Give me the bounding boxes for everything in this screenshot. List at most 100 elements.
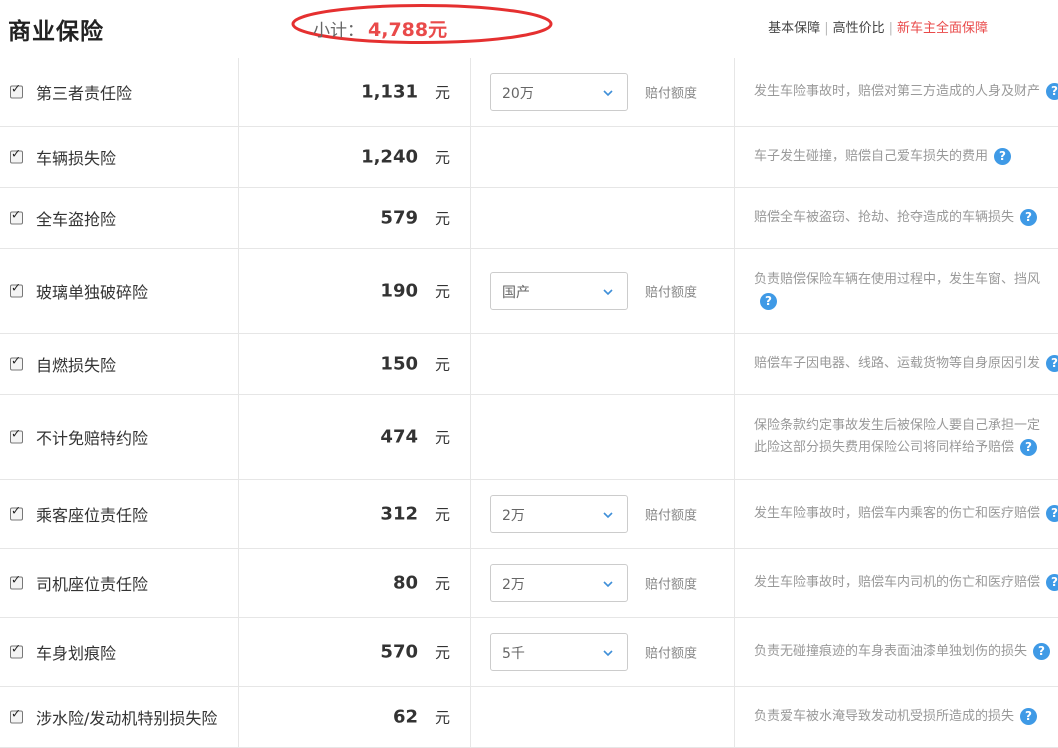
help-icon[interactable]: ? (1020, 209, 1038, 226)
price-unit: 元 (434, 148, 450, 167)
coverage-description: 赔偿全车被盗窃、抢劫、抢夺造成的车辆损失? (754, 207, 1054, 229)
chevron-down-icon (603, 581, 613, 588)
coverage-label: 赔付额度 (645, 285, 698, 301)
price-unit: 元 (434, 708, 450, 727)
table-row: 乘客座位责任险 312 元 2万 赔付额度 发生车险事故时，赔偿车内乘客的伤亡和医疗赔偿? (0, 480, 1058, 549)
help-icon[interactable]: ? (1046, 505, 1058, 522)
coverage-price: 150 (380, 353, 418, 375)
coverage-name: 车辆损失险 (36, 149, 117, 168)
coverage-price: 80 (392, 572, 418, 594)
plan-options: 基本保障 | 高性价比 | 新车主全面保障 (768, 21, 988, 36)
table-row: 车身划痕险 570 元 5千 赔付额度 负责无碰撞痕迹的车身表面油漆单独划伤的损失? (0, 618, 1058, 687)
coverage-checkbox[interactable] (10, 642, 23, 659)
help-icon[interactable]: ? (1020, 439, 1038, 456)
help-icon[interactable]: ? (1020, 708, 1038, 725)
coverage-checkbox[interactable] (10, 707, 23, 724)
help-icon[interactable]: ? (994, 148, 1012, 165)
coverage-description: 赔偿车子因电器、线路、运载货物等自身原因引发? (754, 353, 1058, 375)
price-unit: 元 (434, 643, 450, 662)
coverage-name: 第三者责任险 (36, 84, 133, 103)
coverage-description: 负责爱车被水淹导致发动机受损所造成的损失? (754, 706, 1054, 728)
coverage-select-value: 2万 (502, 508, 525, 524)
price-unit: 元 (434, 282, 450, 301)
coverage-price: 190 (380, 280, 418, 302)
chevron-down-icon (603, 512, 613, 519)
coverage-label: 赔付额度 (645, 646, 698, 662)
price-unit: 元 (434, 505, 450, 524)
coverage-select[interactable]: 国产 (490, 272, 628, 310)
page-title: 商业保险 (8, 19, 104, 45)
price-unit: 元 (434, 574, 450, 593)
help-icon[interactable]: ? (1046, 574, 1058, 591)
help-icon[interactable]: ? (1046, 83, 1058, 100)
table-row: 司机座位责任险 80 元 2万 赔付额度 发生车险事故时，赔偿车内司机的伤亡和医疗赔偿? (0, 549, 1058, 618)
coverage-select[interactable]: 20万 (490, 73, 628, 111)
insurance-table: 第三者责任险1,131元20万赔付额度发生车险事故时，赔偿对第三方造成的人身及财… (0, 58, 1058, 748)
table-row: 自燃损失险 150 元 赔偿车子因电器、线路、运载货物等自身原因引发? (0, 334, 1058, 395)
table-row: 玻璃单独破碎险 190 元 国产 赔付额度 负责赔偿保险车辆在使用过程中，发生车窗、挡风? (0, 249, 1058, 334)
coverage-price: 1,240 (361, 146, 418, 168)
coverage-label: 赔付额度 (645, 577, 698, 593)
plan-new-owner[interactable]: 新车主全面保障 (897, 21, 988, 36)
coverage-description: 保险条款约定事故发生后被保险人要自己承担一定 此险这部分损失费用保险公司将同样给予… (754, 418, 1041, 456)
plan-value[interactable]: 高性价比 (833, 21, 885, 36)
help-icon[interactable]: ? (1046, 355, 1058, 372)
table-row: 全车盗抢险 579 元 赔偿全车被盗窃、抢劫、抢夺造成的车辆损失? (0, 188, 1058, 249)
coverage-price: 570 (380, 641, 418, 663)
chevron-down-icon (603, 650, 613, 657)
coverage-checkbox[interactable] (10, 147, 23, 164)
price-unit: 元 (434, 83, 450, 102)
coverage-select-value: 5千 (502, 646, 525, 662)
coverage-name: 涉水险/发动机特别损失险 (36, 709, 218, 728)
table-row: 涉水险/发动机特别损失险 62 元 负责爱车被水淹导致发动机受损所造成的损失? (0, 687, 1058, 748)
coverage-price: 1,131 (361, 81, 418, 103)
coverage-select-value: 2万 (502, 577, 525, 593)
coverage-select-value: 20万 (502, 86, 534, 102)
coverage-checkbox[interactable] (10, 208, 23, 225)
table-row: 第三者责任险 1,131 元 20万 赔付额度 发生车险事故时，赔偿对第三方造成的人身及财… (0, 58, 1058, 127)
coverage-description: 负责赔偿保险车辆在使用过程中，发生车窗、挡风? (754, 272, 1041, 310)
coverage-checkbox[interactable] (10, 354, 23, 371)
plan-basic[interactable]: 基本保障 (768, 21, 820, 36)
coverage-name: 车身划痕险 (36, 644, 117, 663)
coverage-name: 司机座位责任险 (36, 575, 149, 594)
price-unit: 元 (434, 355, 450, 374)
coverage-name: 全车盗抢险 (36, 210, 117, 229)
subtotal-amount: 4,788元 (368, 19, 448, 41)
coverage-select[interactable]: 5千 (490, 633, 628, 671)
coverage-name: 自燃损失险 (36, 356, 117, 375)
coverage-price: 579 (380, 207, 418, 229)
table-row: 不计免赔特约险 474 元 保险条款约定事故发生后被保险人要自己承担一定此险这部分损失… (0, 395, 1058, 480)
coverage-description: 发生车险事故时，赔偿车内乘客的伤亡和医疗赔偿? (754, 503, 1058, 525)
coverage-name: 玻璃单独破碎险 (36, 283, 149, 302)
chevron-down-icon (603, 289, 613, 296)
help-icon[interactable]: ? (760, 293, 777, 310)
help-icon[interactable]: ? (1033, 643, 1051, 660)
coverage-name: 不计免赔特约险 (36, 429, 149, 448)
subtotal-label: 小计： (313, 21, 364, 41)
coverage-select[interactable]: 2万 (490, 495, 628, 533)
price-unit: 元 (434, 428, 450, 447)
coverage-name: 乘客座位责任险 (36, 506, 149, 525)
header: 商业保险 小计： 4,788元 基本保障 | 高性价比 | 新车主全面保障 (0, 0, 1058, 58)
table-row: 车辆损失险 1,240 元 车子发生碰撞，赔偿自己爱车损失的费用? (0, 127, 1058, 188)
coverage-description: 发生车险事故时，赔偿车内司机的伤亡和医疗赔偿? (754, 572, 1058, 594)
coverage-price: 312 (380, 503, 418, 525)
subtotal: 小计： 4,788元 (313, 15, 447, 42)
coverage-select[interactable]: 2万 (490, 564, 628, 602)
coverage-checkbox[interactable] (10, 82, 23, 99)
coverage-description: 发生车险事故时，赔偿对第三方造成的人身及财产? (754, 81, 1058, 103)
coverage-checkbox[interactable] (10, 281, 23, 298)
coverage-description: 车子发生碰撞，赔偿自己爱车损失的费用? (754, 146, 1054, 168)
coverage-checkbox[interactable] (10, 504, 23, 521)
coverage-price: 474 (380, 426, 418, 448)
coverage-checkbox[interactable] (10, 427, 23, 444)
coverage-select-value: 国产 (502, 285, 530, 301)
chevron-down-icon (603, 90, 613, 97)
coverage-checkbox[interactable] (10, 573, 23, 590)
coverage-label: 赔付额度 (645, 86, 698, 102)
coverage-label: 赔付额度 (645, 508, 698, 524)
coverage-price: 62 (392, 706, 418, 728)
price-unit: 元 (434, 209, 450, 228)
coverage-description: 负责无碰撞痕迹的车身表面油漆单独划伤的损失? (754, 641, 1054, 663)
